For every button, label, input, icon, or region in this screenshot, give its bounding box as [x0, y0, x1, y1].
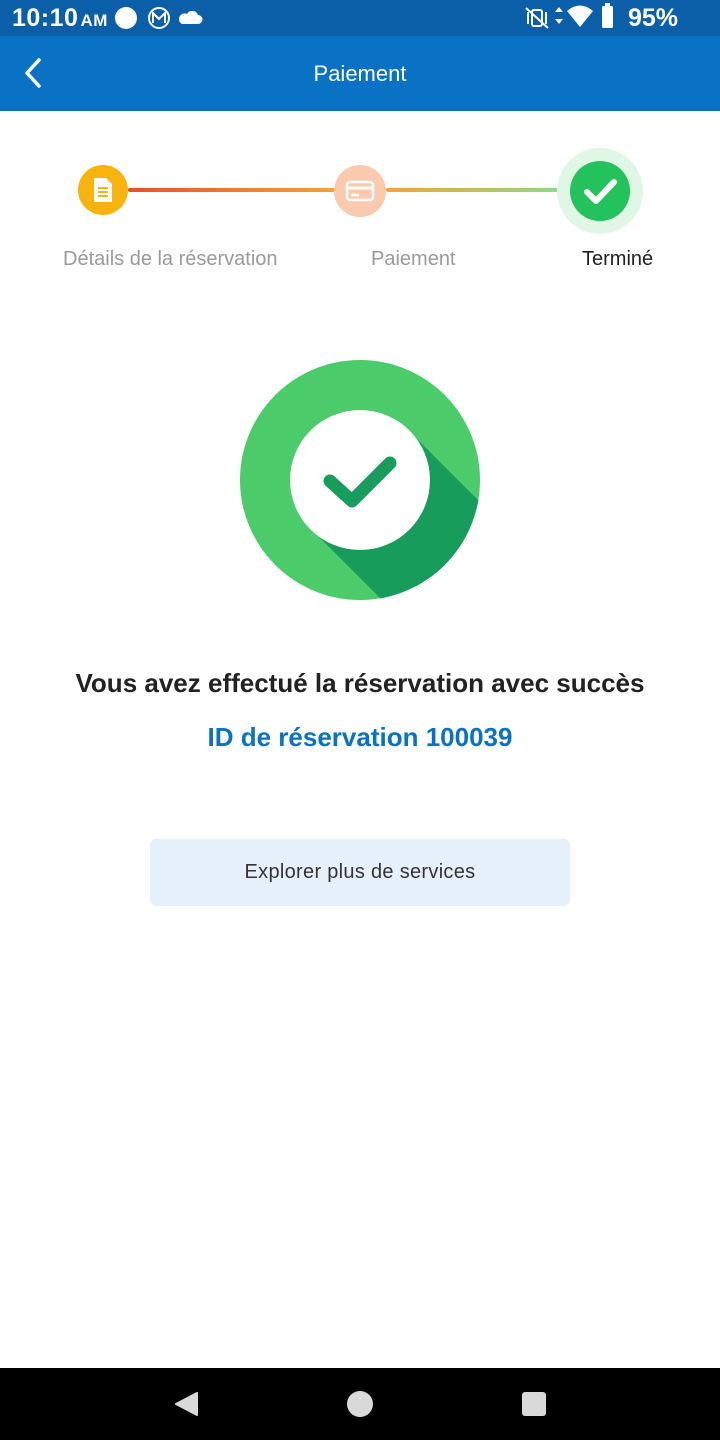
step-payment-indicator — [334, 165, 386, 217]
battery-percentage: 95% — [627, 4, 678, 32]
status-icons-right — [525, 3, 613, 29]
booking-id: ID de réservation 100039 — [207, 722, 513, 752]
document-icon — [94, 178, 112, 202]
explore-more-services-button[interactable]: Explorer plus de services — [150, 839, 570, 906]
step-done-indicator — [570, 161, 630, 221]
back-triangle-icon[interactable] — [170, 1388, 202, 1420]
step-label-details: Détails de la réservation — [63, 248, 278, 270]
system-nav-bar — [0, 1368, 720, 1440]
app-bar: Paiement — [0, 36, 720, 111]
wifi-icon — [567, 5, 593, 27]
status-bar: 10:10 AM 95% — [0, 0, 720, 36]
mute-vibrate-icon — [525, 7, 549, 29]
page-title: Paiement — [313, 61, 407, 86]
step-label-payment: Paiement — [371, 248, 456, 270]
step-connector-1 — [128, 188, 336, 192]
data-arrows-icon — [555, 7, 563, 24]
home-circle-icon[interactable] — [344, 1388, 376, 1420]
circle-icon — [115, 7, 137, 29]
credit-card-icon — [345, 180, 375, 202]
step-connector-2 — [386, 188, 562, 192]
step-label-done: Terminé — [582, 248, 654, 270]
status-time-value: 10:10 — [12, 4, 79, 32]
status-time: 10:10 AM — [12, 4, 108, 33]
check-icon — [584, 179, 617, 204]
success-message: Vous avez effectué la réservation avec s… — [75, 668, 645, 698]
check-circle-icon — [240, 360, 480, 600]
status-ampm: AM — [80, 11, 108, 30]
cloud-icon — [178, 10, 203, 24]
status-icons-left — [115, 7, 203, 29]
m-badge-icon — [148, 7, 170, 29]
booking-stepper: Détails de la réservation Paiement Termi… — [0, 145, 720, 285]
step-details-indicator — [78, 165, 128, 215]
battery-icon — [602, 3, 613, 28]
recents-square-icon[interactable] — [518, 1388, 550, 1420]
